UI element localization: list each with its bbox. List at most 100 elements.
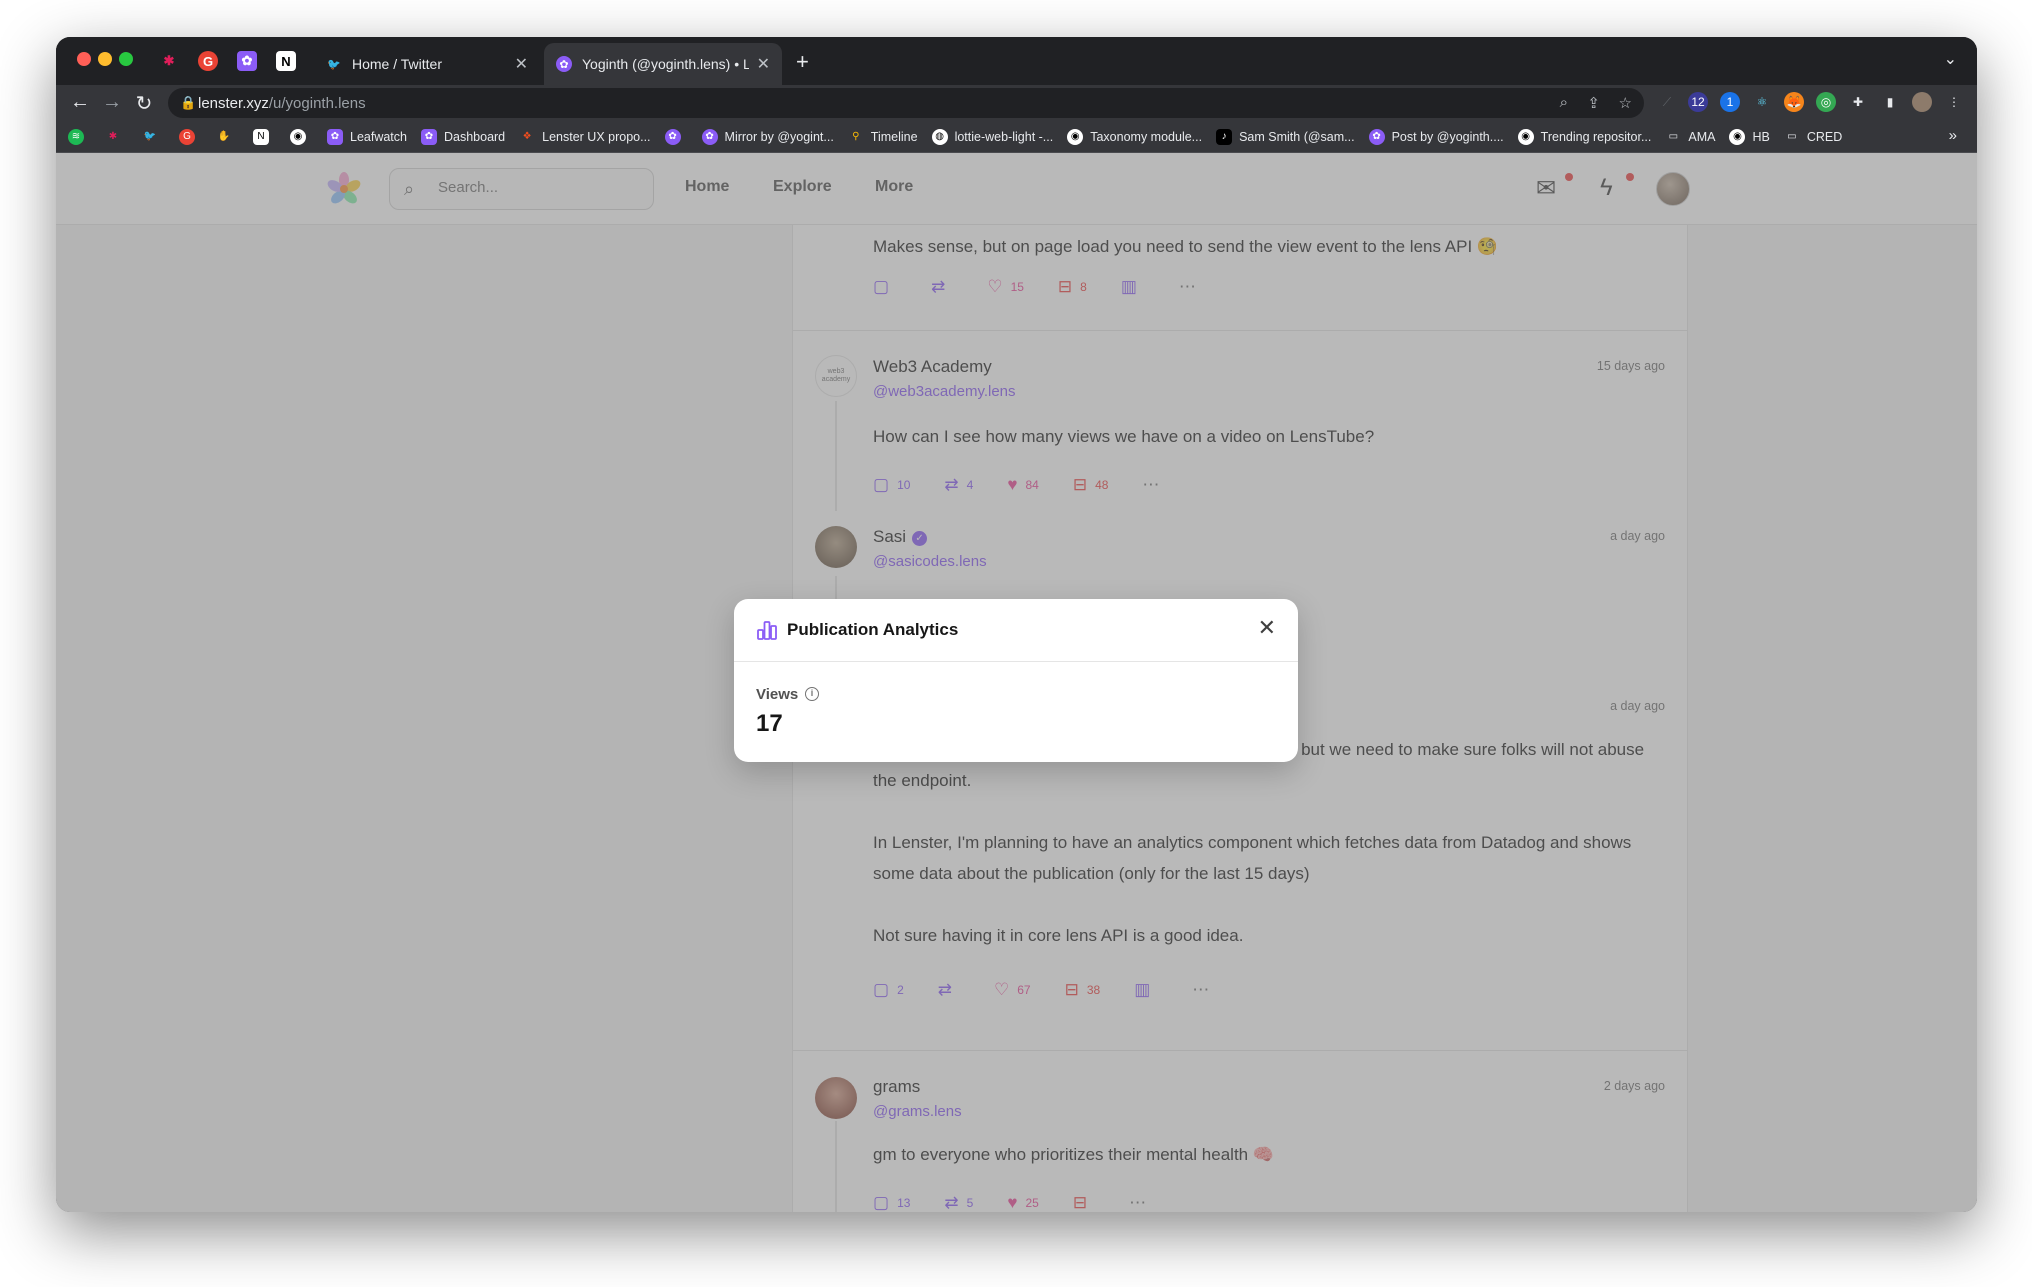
tab-title: Home / Twitter [352, 56, 442, 72]
bookmark-hand[interactable]: ✋ [216, 129, 239, 145]
minimize-window-button[interactable] [98, 52, 112, 66]
lens-icon: ✿ [664, 128, 681, 145]
info-icon[interactable]: i [805, 687, 819, 701]
bookmark-lenster-ux[interactable]: ❖ Lenster UX propo... [519, 129, 651, 145]
tab-strip: ✱ G ✿ N 🐦 Home / Twitter ✕ ✿ Yoginth (@y… [56, 37, 1977, 85]
pinned-tab-app[interactable]: G [198, 51, 218, 71]
side-panel-icon[interactable]: ▮ [1880, 92, 1900, 112]
figma-icon: ❖ [522, 131, 532, 142]
extension-globe-icon[interactable]: ◎ [1816, 92, 1836, 112]
pinned-tab-slack[interactable]: ✱ [159, 51, 179, 71]
github-icon: ◉ [1729, 128, 1746, 145]
tab-title: Yoginth (@yoginth.lens) • Lens [582, 56, 749, 72]
lens-icon: ✿ [556, 56, 572, 72]
password-manager-icon[interactable]: 1 [1720, 92, 1740, 112]
bookmark-spotify[interactable]: ≋ [68, 128, 91, 145]
url-path: /u/yoginth.lens [268, 95, 366, 112]
tab-lenster[interactable]: ✿ Yoginth (@yoginth.lens) • Lens ✕ [544, 43, 782, 85]
spotify-icon: ≋ [68, 128, 84, 145]
github-icon: ◉ [1067, 128, 1084, 145]
new-tab-button[interactable]: + [796, 49, 809, 75]
github-icon: ◉ [290, 128, 306, 145]
folder-icon: ▭ [1787, 131, 1797, 142]
close-tab-icon[interactable]: ✕ [515, 54, 528, 74]
modal-title: Publication Analytics [787, 620, 959, 639]
react-devtools-icon[interactable]: ⚛ [1752, 92, 1772, 112]
notion-icon: N [253, 128, 269, 145]
bookmark-label: Dashboard [443, 129, 506, 144]
publication-analytics-modal: Publication Analytics ✕ Views i 17 [734, 599, 1298, 762]
close-window-button[interactable] [77, 52, 91, 66]
map-pin-icon: ⚲ [852, 131, 860, 142]
lens-icon: ✿ [241, 53, 253, 68]
tab-twitter[interactable]: 🐦 Home / Twitter ✕ [314, 43, 540, 85]
extension-icon[interactable]: ⟋ [1657, 92, 1677, 112]
bookmark-label: HB [1752, 129, 1770, 144]
browser-menu-icon[interactable]: ⋮ [1944, 92, 1964, 112]
twitter-icon: 🐦 [143, 131, 157, 142]
bookmark-folder-ama[interactable]: ▭ AMA [1665, 129, 1716, 145]
bookmark-trending[interactable]: ◉ Trending repositor... [1517, 128, 1652, 145]
bookmark-post[interactable]: ✿ Post by @yoginth.... [1368, 128, 1504, 145]
bookmark-label: Sam Smith (@sam... [1239, 129, 1355, 144]
hand-icon: ✋ [217, 131, 231, 142]
folder-icon: ▭ [1668, 131, 1679, 142]
bookmark-folder-cred[interactable]: ▭ CRED [1784, 129, 1842, 145]
url-host: lenster.xyz [198, 95, 269, 112]
bookmark-github[interactable]: ◉ [290, 128, 313, 145]
modal-header: Publication Analytics ✕ [734, 599, 1298, 662]
bookmark-label: Taxonomy module... [1090, 129, 1203, 144]
chrome-app-icon: G [179, 128, 195, 145]
bookmark-app[interactable]: G [179, 128, 202, 145]
bookmark-sam-smith[interactable]: ♪ Sam Smith (@sam... [1216, 128, 1355, 145]
globe-icon: ◍ [931, 128, 948, 145]
bookmark-lottie[interactable]: ◍ lottie-web-light -... [931, 128, 1053, 145]
extensions-puzzle-icon[interactable]: ✚ [1848, 92, 1868, 112]
address-bar[interactable]: 🔒 lenster.xyz/u/yoginth.lens ⌕ ⇪ ☆ [168, 88, 1644, 118]
share-icon[interactable]: ⇪ [1587, 94, 1600, 112]
lock-icon: 🔒 [180, 95, 197, 110]
url-text: lenster.xyz/u/yoginth.lens [198, 95, 366, 112]
close-tab-icon[interactable]: ✕ [757, 54, 770, 74]
bookmark-label: CRED [1806, 129, 1843, 144]
bookmark-label: Timeline [870, 129, 918, 144]
bookmark-label: Post by @yoginth.... [1391, 129, 1504, 144]
lens-icon: ✿ [701, 128, 718, 145]
profile-avatar-icon[interactable] [1912, 92, 1932, 112]
twitter-icon: 🐦 [327, 58, 341, 71]
bookmark-dashboard[interactable]: ✿ Dashboard [420, 128, 506, 145]
extension-badge-icon[interactable]: 12 [1688, 92, 1708, 112]
analytics-chart-icon [757, 621, 777, 640]
bookmark-star-icon[interactable]: ☆ [1619, 94, 1632, 112]
back-button[interactable]: ← [68, 91, 92, 114]
close-icon[interactable]: ✕ [1258, 615, 1276, 641]
slack-icon: ✱ [163, 53, 175, 68]
bookmarks-bar: ≋ ✱ 🐦 G ✋ N ◉ ✿ Leafwatch ✿ Dashboard ❖ Len… [56, 121, 1977, 153]
bookmark-notion[interactable]: N [253, 128, 276, 145]
tab-search-chevron-icon[interactable]: ⌄ [1944, 49, 1957, 69]
bookmark-timeline[interactable]: ⚲ Timeline [848, 129, 918, 145]
bookmark-leafwatch[interactable]: ✿ Leafwatch [327, 128, 407, 145]
forward-button[interactable]: → [100, 91, 124, 114]
more-bookmarks-icon[interactable]: » [1949, 127, 1957, 144]
notion-icon: N [281, 53, 291, 69]
lens-icon: ✿ [420, 128, 437, 145]
metamask-icon[interactable]: 🦊 [1784, 92, 1804, 112]
lens-icon: ✿ [1368, 128, 1385, 145]
maximize-window-button[interactable] [119, 52, 133, 66]
lens-icon: ✿ [327, 128, 343, 145]
zoom-icon[interactable]: ⌕ [1560, 94, 1568, 111]
bookmark-label: Mirror by @yogint... [724, 129, 834, 144]
bookmark-label: Trending repositor... [1540, 129, 1652, 144]
app-icon: G [202, 53, 214, 69]
pinned-tab-notion[interactable]: N [276, 51, 296, 71]
bookmark-mirror[interactable]: ✿ Mirror by @yogint... [701, 128, 834, 145]
bookmark-taxonomy[interactable]: ◉ Taxonomy module... [1067, 128, 1203, 145]
pinned-tab-lens[interactable]: ✿ [237, 51, 257, 71]
bookmark-hb[interactable]: ◉ HB [1729, 128, 1770, 145]
bookmark-slack[interactable]: ✱ [105, 129, 128, 145]
github-icon: ◉ [1517, 128, 1534, 145]
reload-button[interactable]: ↻ [132, 91, 156, 116]
bookmark-twitter[interactable]: 🐦 [142, 129, 165, 145]
bookmark-lens[interactable]: ✿ [664, 128, 688, 145]
